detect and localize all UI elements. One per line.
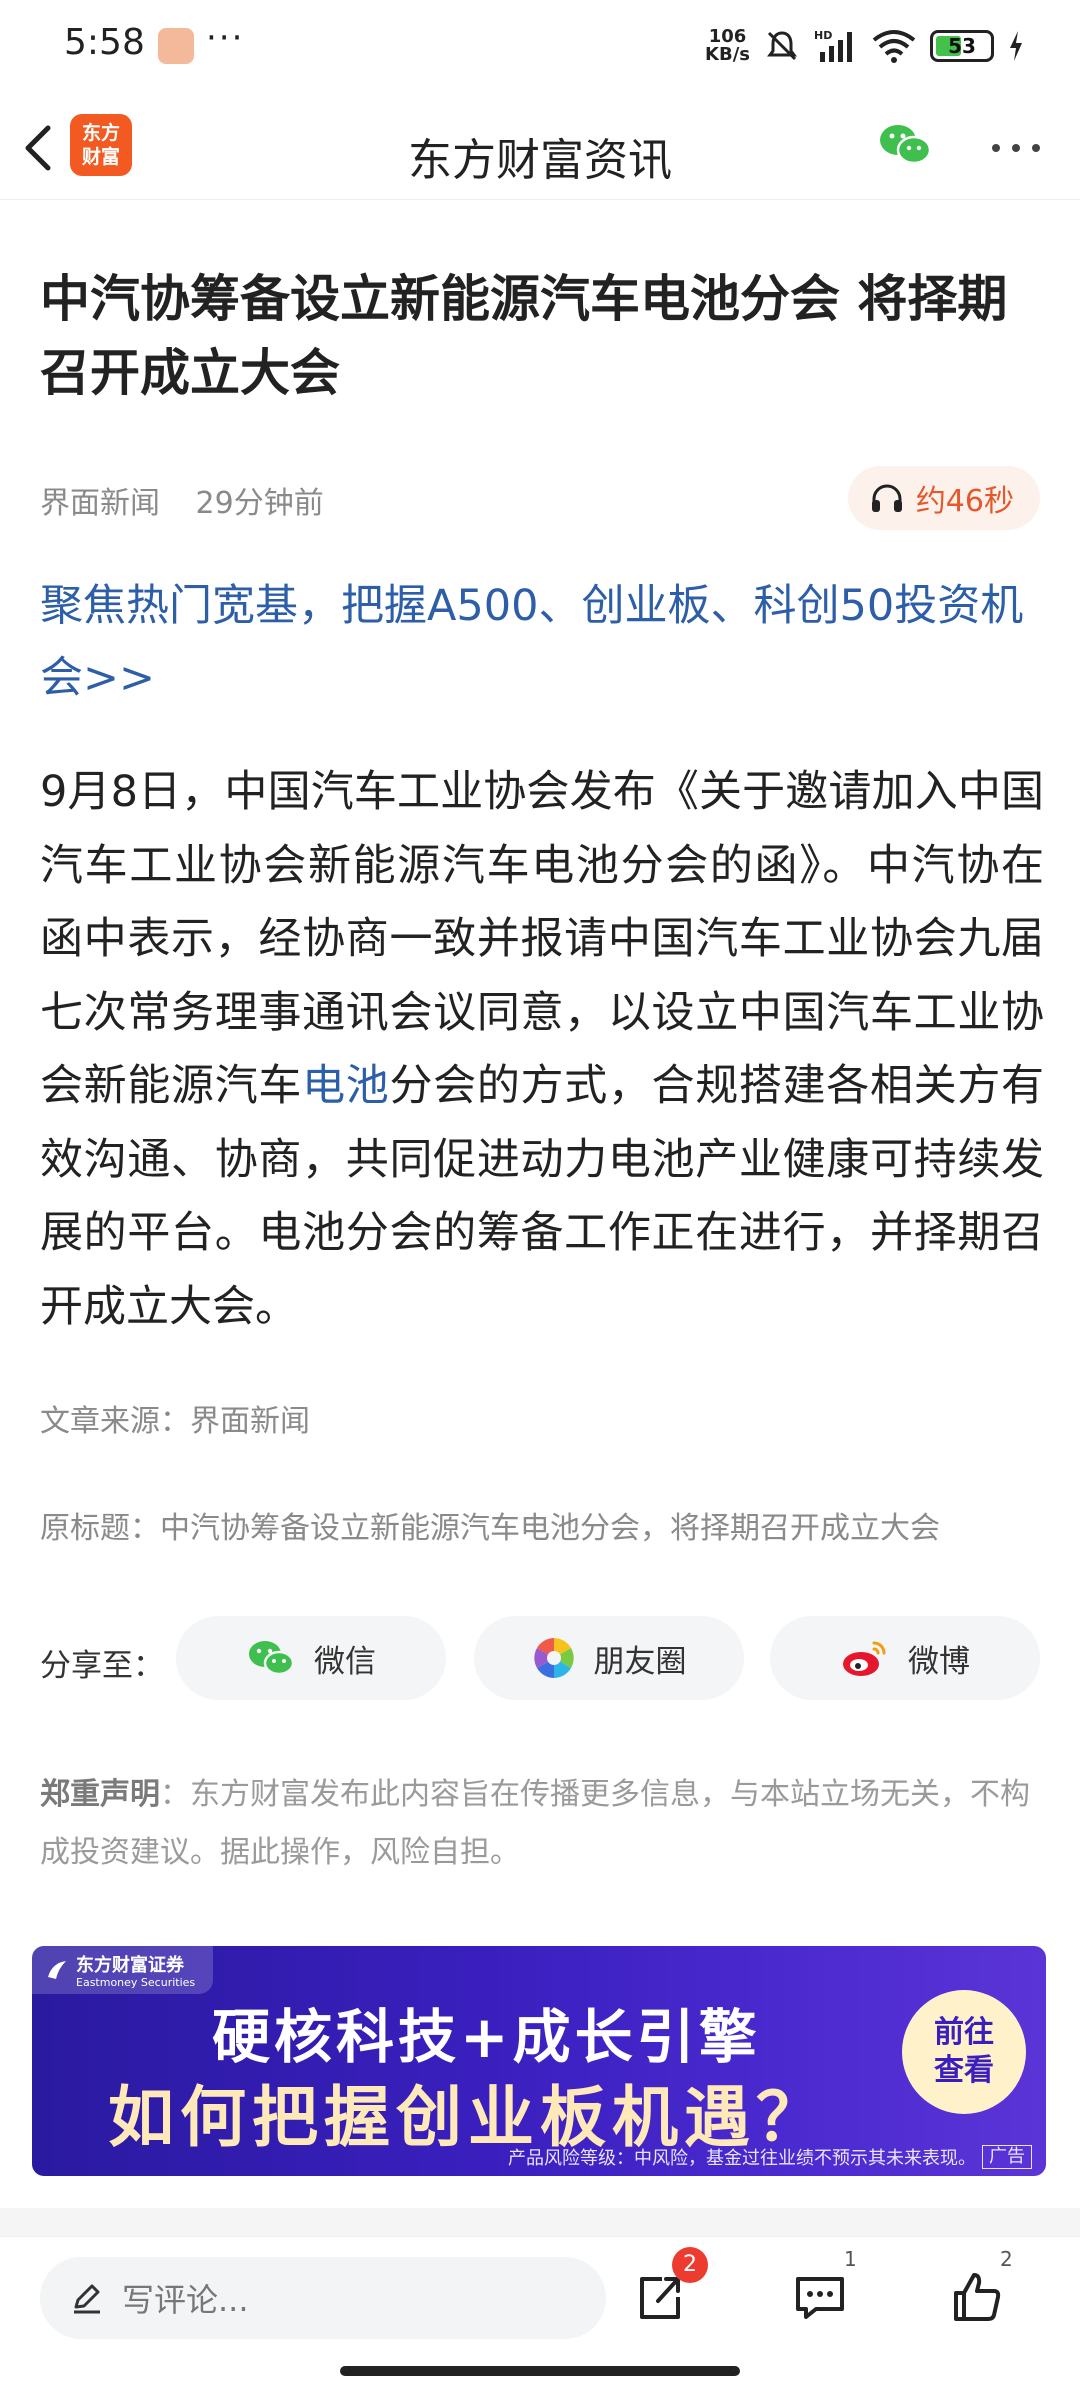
ad-tag: 广告	[982, 2145, 1032, 2169]
article-meta: 界面新闻 29分钟前	[40, 478, 324, 522]
app-logo-line1: 东方	[81, 122, 120, 144]
share-weibo-label: 微博	[908, 1643, 970, 1680]
more-options-button[interactable]	[986, 128, 1046, 168]
battery-icon: 53	[930, 30, 994, 62]
disclaimer-text: ：东方财富发布此内容旨在传播更多信息，与本站立场无关，不构成投资建议。据此操作，…	[40, 1777, 1030, 1870]
ad-headline: 硬核科技+成长引擎	[212, 2003, 761, 2071]
like-count: 2	[1000, 2247, 1013, 2271]
status-time: 5:58	[64, 22, 145, 63]
network-speed: 106 KB/s	[705, 28, 750, 64]
share-wechat-label: 微信	[314, 1643, 376, 1680]
network-speed-unit: KB/s	[705, 44, 750, 65]
moments-icon	[533, 1638, 574, 1678]
article-source-line: 文章来源：界面新闻	[40, 1404, 310, 1439]
weibo-icon	[843, 1641, 886, 1676]
app-logo-line2: 财富	[81, 146, 120, 168]
comments-button[interactable]: 1	[782, 2247, 858, 2335]
headphones-icon	[871, 484, 902, 512]
back-button[interactable]	[18, 116, 78, 180]
ad-banner[interactable]: 东方财富证券 Eastmoney Securities 硬核科技+成长引擎 如何…	[32, 1946, 1046, 2176]
ad-risk-text: 产品风险等级：中风险，基金过往业绩不预示其未来表现。	[508, 2148, 976, 2169]
share-badge: 2	[672, 2247, 708, 2283]
share-moments-label: 朋友圈	[593, 1643, 687, 1680]
mute-icon	[767, 31, 797, 61]
signal-icon: HD	[814, 29, 852, 62]
ad-brand-en: Eastmoney Securities	[76, 1976, 196, 1989]
listen-duration: 约46秒	[915, 484, 1014, 519]
nav-bar: 东方 财富 东方财富资讯	[0, 96, 1080, 200]
ad-cta-button[interactable]: 前往 查看	[902, 1990, 1026, 2114]
pencil-icon	[74, 2284, 100, 2314]
comment-placeholder: 写评论...	[122, 2281, 249, 2319]
ad-cta-line1: 前往	[934, 2015, 994, 2050]
battery-percent: 53	[948, 34, 976, 58]
keyword-link[interactable]: 电池	[302, 1061, 389, 1111]
ad-risk-notice: 产品风险等级：中风险，基金过往业绩不预示其未来表现。 广告	[508, 2144, 1032, 2170]
app-logo[interactable]: 东方 财富	[70, 114, 132, 176]
comment-count: 1	[844, 2247, 857, 2271]
thumbs-up-icon	[954, 2273, 1001, 2321]
article-time: 29分钟前	[195, 486, 324, 521]
home-indicator[interactable]	[340, 2366, 740, 2376]
like-button[interactable]: 2	[938, 2247, 1014, 2335]
article-body: 9月8日，中国汽车工业协会发布《关于邀请加入中国汽车工业协会新能源汽车电池分会的…	[40, 756, 1044, 1344]
share-wechat-button[interactable]: 微信	[176, 1616, 446, 1700]
ad-brand: 东方财富证券 Eastmoney Securities	[32, 1946, 214, 1994]
disclaimer-heading: 郑重声明	[40, 1777, 160, 1812]
status-indicators: 106 KB/s HD 53	[705, 24, 1024, 68]
share-weibo-button[interactable]: 微博	[770, 1616, 1040, 1700]
article-title: 中汽协筹备设立新能源汽车电池分会 将择期召开成立大会	[40, 270, 1008, 402]
brand-logo-icon	[48, 1961, 66, 1979]
more-notifications-icon: ···	[206, 18, 245, 58]
article-source: 界面新闻	[40, 486, 160, 521]
bottom-action-bar: 写评论... 2 1 2	[0, 2236, 1080, 2360]
chevron-left-icon	[25, 125, 51, 171]
share-moments-button[interactable]: 朋友圈	[474, 1616, 744, 1700]
svg-text:HD: HD	[814, 29, 832, 42]
notification-app-icon	[158, 28, 194, 64]
share-label: 分享至：	[40, 1648, 164, 1684]
promo-link[interactable]: 聚焦热门宽基，把握A500、创业板、科创50投资机会>>	[40, 570, 1042, 714]
charging-icon	[1010, 31, 1022, 61]
comment-input[interactable]: 写评论...	[40, 2257, 606, 2339]
section-divider	[0, 2208, 1080, 2236]
comment-icon	[796, 2277, 844, 2319]
disclaimer: 郑重声明：东方财富发布此内容旨在传播更多信息，与本站立场无关，不构成投资建议。据…	[40, 1766, 1040, 1882]
wechat-icon	[249, 1641, 295, 1676]
original-title-line: 原标题：中汽协筹备设立新能源汽车电池分会，将择期召开成立大会	[40, 1511, 940, 1546]
ad-cta-line2: 查看	[934, 2053, 994, 2088]
listen-audio-button[interactable]: 约46秒	[847, 466, 1040, 530]
wechat-share-icon[interactable]	[874, 114, 936, 176]
wifi-icon	[872, 30, 916, 63]
ad-brand-name: 东方财富证券	[76, 1955, 184, 1976]
more-icon	[992, 144, 1040, 152]
share-button[interactable]: 2	[622, 2247, 708, 2335]
article-body-text: 9月8日，中国汽车工业协会发布《关于邀请加入中国汽车工业协会新能源汽车电池分会的…	[40, 767, 1044, 1111]
status-bar: 5:58 ··· 106 KB/s HD 53	[0, 0, 1080, 96]
